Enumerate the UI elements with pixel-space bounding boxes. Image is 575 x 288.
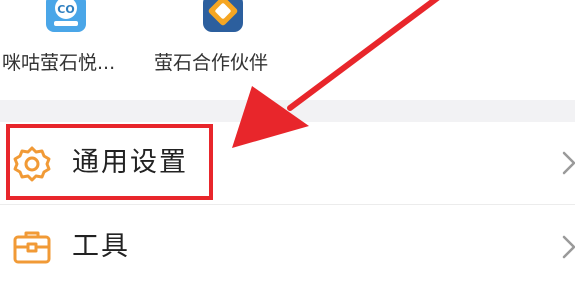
menu-item-tools[interactable]: 工具 [0,206,575,288]
app-label-partner: 萤石合作伙伴 [154,52,269,74]
app-label-migu: 咪咕萤石悦... [2,52,116,74]
menu-divider [0,204,575,205]
menu-item-general-settings[interactable]: 通用设置 [0,122,575,204]
partner-app-icon [203,0,243,32]
shortcut-apps-section: CO 咪咕萤石悦... 萤石合作伙伴 [0,0,575,100]
menu-label-tools: 工具 [72,231,130,262]
chevron-right-icon [562,235,575,259]
menu-label-general-settings: 通用设置 [72,147,188,178]
chevron-right-icon [562,151,575,175]
svg-text:CO: CO [57,3,74,16]
app-tile-migu[interactable]: CO 咪咕萤石悦... [0,0,140,100]
migu-camera-icon: CO [46,0,86,32]
toolbox-icon [13,231,51,264]
section-divider [0,100,575,122]
app-tile-partner[interactable]: 萤石合作伙伴 [148,0,298,100]
gear-icon [13,146,51,182]
